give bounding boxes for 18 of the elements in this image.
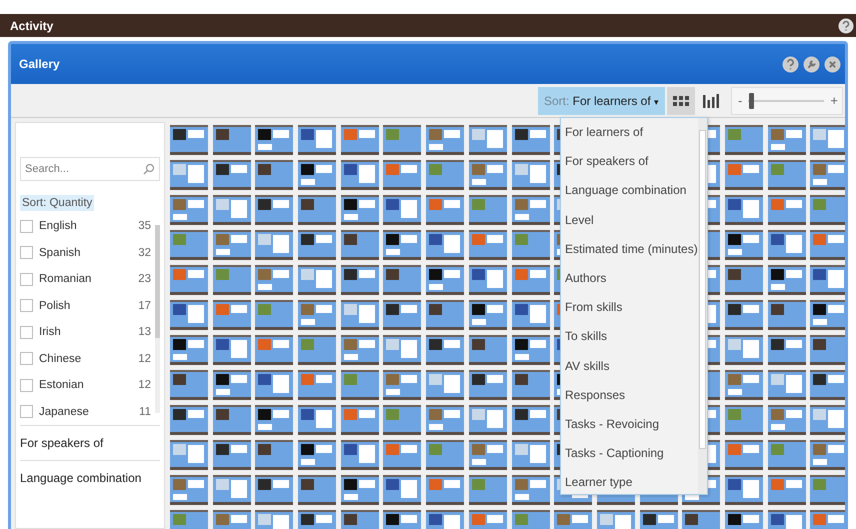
language-count: 23 bbox=[138, 273, 151, 286]
language-count: 35 bbox=[138, 220, 151, 232]
language-name: Estonian bbox=[39, 379, 85, 392]
language-name: Irish bbox=[39, 326, 62, 338]
language-count: 12 bbox=[138, 352, 151, 365]
language-name: Romanian bbox=[39, 273, 92, 286]
language-count: 32 bbox=[138, 246, 151, 259]
language-count: 12 bbox=[138, 379, 151, 392]
window-title: Gallery bbox=[19, 57, 60, 71]
language-count: 17 bbox=[138, 300, 151, 312]
language-name: English bbox=[39, 220, 78, 232]
language-count: 11 bbox=[139, 406, 151, 418]
language-name: Spanish bbox=[39, 246, 82, 259]
language-name: Japanese bbox=[39, 406, 90, 418]
app-title: Activity bbox=[10, 18, 54, 32]
language-name: Polish bbox=[39, 300, 72, 312]
language-name: Chinese bbox=[39, 352, 82, 365]
language-count: 13 bbox=[138, 326, 151, 338]
